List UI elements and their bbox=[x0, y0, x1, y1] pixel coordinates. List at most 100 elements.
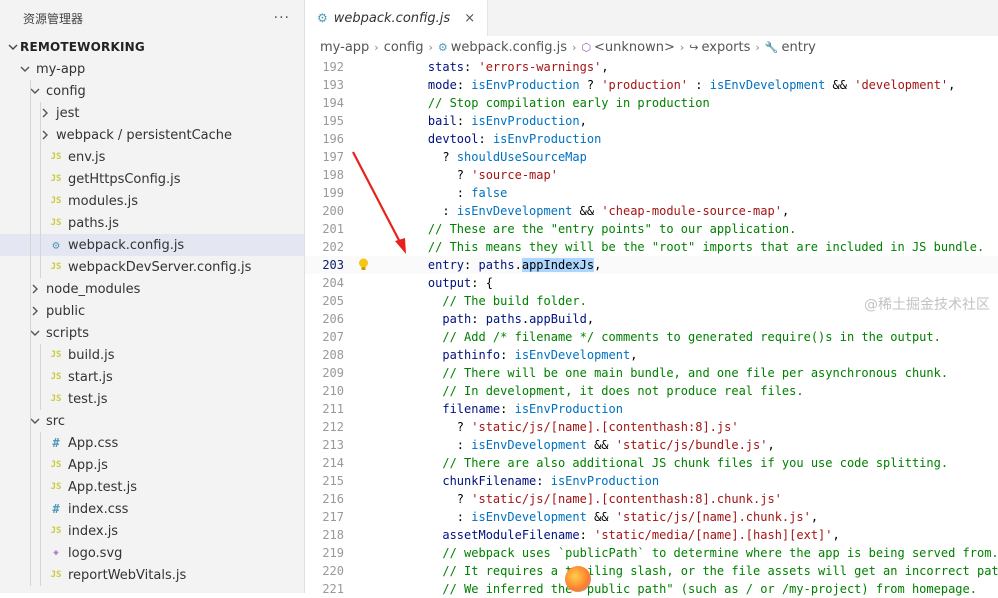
code-line[interactable]: 218 assetModuleFilename: 'static/media/[… bbox=[305, 526, 998, 544]
webpack-file-icon: ⚙ bbox=[52, 238, 60, 252]
lightbulb-icon[interactable] bbox=[358, 258, 369, 272]
tab-webpack-config[interactable]: ⚙ webpack.config.js × bbox=[305, 0, 489, 36]
code-line[interactable]: 197 ? shouldUseSourceMap bbox=[305, 148, 998, 166]
breadcrumb-item[interactable]: exports bbox=[701, 40, 750, 55]
breadcrumb-item[interactable]: entry bbox=[781, 40, 815, 55]
code-token: // In development, it does not produce r… bbox=[442, 384, 804, 398]
code-line[interactable]: 193 mode: isEnvProduction ? 'production'… bbox=[305, 76, 998, 94]
tree-item[interactable]: JS getHttpsConfig.js bbox=[0, 168, 304, 190]
breadcrumb-item[interactable]: config bbox=[384, 40, 424, 55]
code-line[interactable]: 192 stats: 'errors-warnings', bbox=[305, 58, 998, 76]
code-token: isEnvProduction bbox=[471, 114, 580, 128]
code-line[interactable]: 195 bail: isEnvProduction, bbox=[305, 112, 998, 130]
code-line[interactable]: 203 entry: paths.appIndexJs, bbox=[305, 256, 998, 274]
code-line[interactable]: 199 : false bbox=[305, 184, 998, 202]
code-token: , bbox=[630, 348, 638, 362]
tree-item-label: App.test.js bbox=[68, 479, 138, 495]
code-line[interactable]: 216 ? 'static/js/[name].[contenthash:8].… bbox=[305, 490, 998, 508]
line-number: 199 bbox=[322, 186, 344, 200]
tree-item[interactable]: JS build.js bbox=[0, 344, 304, 366]
tree-item[interactable]: jest bbox=[0, 102, 304, 124]
code-line[interactable]: 220 // It requires a trailing slash, or … bbox=[305, 562, 998, 580]
code-line[interactable]: 212 ? 'static/js/[name].[contenthash:8].… bbox=[305, 418, 998, 436]
line-number: 220 bbox=[322, 564, 344, 578]
code-token: , bbox=[948, 78, 956, 92]
tree-item[interactable]: JS reportWebVitals.js bbox=[0, 564, 304, 586]
tree-item[interactable]: ◈ logo.svg bbox=[0, 542, 304, 564]
editor-gutter bbox=[344, 490, 399, 508]
code-token: : bbox=[464, 258, 479, 272]
code-line[interactable]: 214 // There are also additional JS chun… bbox=[305, 454, 998, 472]
line-number: 193 bbox=[322, 78, 344, 92]
exports-icon: ↪ bbox=[689, 40, 699, 54]
line-number: 204 bbox=[322, 276, 344, 290]
code-token: : bbox=[464, 60, 479, 74]
code-line[interactable]: 219 // webpack uses `publicPath` to dete… bbox=[305, 544, 998, 562]
workspace-root[interactable]: REMOTEWORKING bbox=[0, 36, 304, 58]
tree-item[interactable]: JS start.js bbox=[0, 366, 304, 388]
code-token: : bbox=[442, 204, 457, 218]
webpack-file-icon: ⚙ bbox=[437, 40, 448, 54]
code-token: , bbox=[767, 438, 775, 452]
tree-item[interactable]: JS modules.js bbox=[0, 190, 304, 212]
editor-gutter bbox=[344, 166, 399, 184]
code-line[interactable]: 198 ? 'source-map' bbox=[305, 166, 998, 184]
tree-item[interactable]: scripts bbox=[0, 322, 304, 344]
code-line[interactable]: 210 // In development, it does not produ… bbox=[305, 382, 998, 400]
more-actions-icon[interactable]: ··· bbox=[274, 10, 290, 26]
tree-item-label: index.js bbox=[68, 523, 119, 539]
code-line[interactable]: 213 : isEnvDevelopment && 'static/js/bun… bbox=[305, 436, 998, 454]
editor-gutter bbox=[344, 310, 399, 328]
indent-guide bbox=[30, 410, 31, 432]
code-token: 'cheap-module-source-map' bbox=[601, 204, 782, 218]
line-number: 198 bbox=[322, 168, 344, 182]
close-icon[interactable]: × bbox=[464, 11, 475, 26]
wrench-icon: 🔧 bbox=[764, 40, 779, 54]
code-text: // Stop compilation early in production bbox=[399, 94, 710, 112]
code-line[interactable]: 208 pathinfo: isEnvDevelopment, bbox=[305, 346, 998, 364]
breadcrumb-item[interactable]: webpack.config.js bbox=[451, 40, 567, 55]
code-line[interactable]: 207 // Add /* filename */ comments to ge… bbox=[305, 328, 998, 346]
tree-item-label: paths.js bbox=[68, 215, 119, 231]
tree-item[interactable]: JS env.js bbox=[0, 146, 304, 168]
code-line[interactable]: 209 // There will be one main bundle, an… bbox=[305, 364, 998, 382]
code-line[interactable]: 196 devtool: isEnvProduction bbox=[305, 130, 998, 148]
tree-item[interactable]: JS webpackDevServer.config.js bbox=[0, 256, 304, 278]
tree-item[interactable]: my-app bbox=[0, 58, 304, 80]
code-line[interactable]: 202 // This means they will be the "root… bbox=[305, 238, 998, 256]
code-line[interactable]: 217 : isEnvDevelopment && 'static/js/[na… bbox=[305, 508, 998, 526]
tree-item[interactable]: JS index.js bbox=[0, 520, 304, 542]
code-text: pathinfo: isEnvDevelopment, bbox=[399, 346, 637, 364]
svg-file-icon: ◈ bbox=[53, 548, 59, 558]
code-token: shouldUseSourceMap bbox=[456, 150, 587, 164]
indent-guide bbox=[40, 212, 41, 234]
code-editor[interactable]: 192 stats: 'errors-warnings', 193 mode: i… bbox=[305, 58, 998, 596]
tree-item[interactable]: JS App.js bbox=[0, 454, 304, 476]
tree-item[interactable]: src bbox=[0, 410, 304, 432]
code-line[interactable]: 200 : isEnvDevelopment && 'cheap-module-… bbox=[305, 202, 998, 220]
code-line[interactable]: 211 filename: isEnvProduction bbox=[305, 400, 998, 418]
tree-item[interactable]: public bbox=[0, 300, 304, 322]
tree-item[interactable]: ⚙ webpack.config.js bbox=[0, 234, 304, 256]
tree-item[interactable]: node_modules bbox=[0, 278, 304, 300]
code-line[interactable]: 201 // These are the "entry points" to o… bbox=[305, 220, 998, 238]
code-line[interactable]: 194 // Stop compilation early in product… bbox=[305, 94, 998, 112]
code-token: // It requires a trailing slash, or the … bbox=[442, 564, 998, 578]
indent-guide bbox=[40, 520, 41, 542]
tree-item[interactable]: JS test.js bbox=[0, 388, 304, 410]
breadcrumb-item[interactable]: <unknown> bbox=[594, 40, 675, 55]
indent-guide bbox=[30, 542, 31, 564]
code-token: devtool bbox=[427, 132, 479, 146]
tree-item[interactable]: JS paths.js bbox=[0, 212, 304, 234]
code-line[interactable]: 215 chunkFilename: isEnvProduction bbox=[305, 472, 998, 490]
code-line[interactable]: 221 // We inferred the "public path" (su… bbox=[305, 580, 998, 598]
code-token: isEnvDevelopment bbox=[709, 78, 826, 92]
breadcrumb-item[interactable]: my-app bbox=[320, 40, 369, 55]
tree-item[interactable]: webpack / persistentCache bbox=[0, 124, 304, 146]
code-line[interactable]: 204 output: { bbox=[305, 274, 998, 292]
tree-item[interactable]: # index.css bbox=[0, 498, 304, 520]
tree-item[interactable]: JS App.test.js bbox=[0, 476, 304, 498]
tree-item[interactable]: config bbox=[0, 80, 304, 102]
tree-item[interactable]: # App.css bbox=[0, 432, 304, 454]
floating-badge-icon[interactable] bbox=[565, 566, 591, 592]
